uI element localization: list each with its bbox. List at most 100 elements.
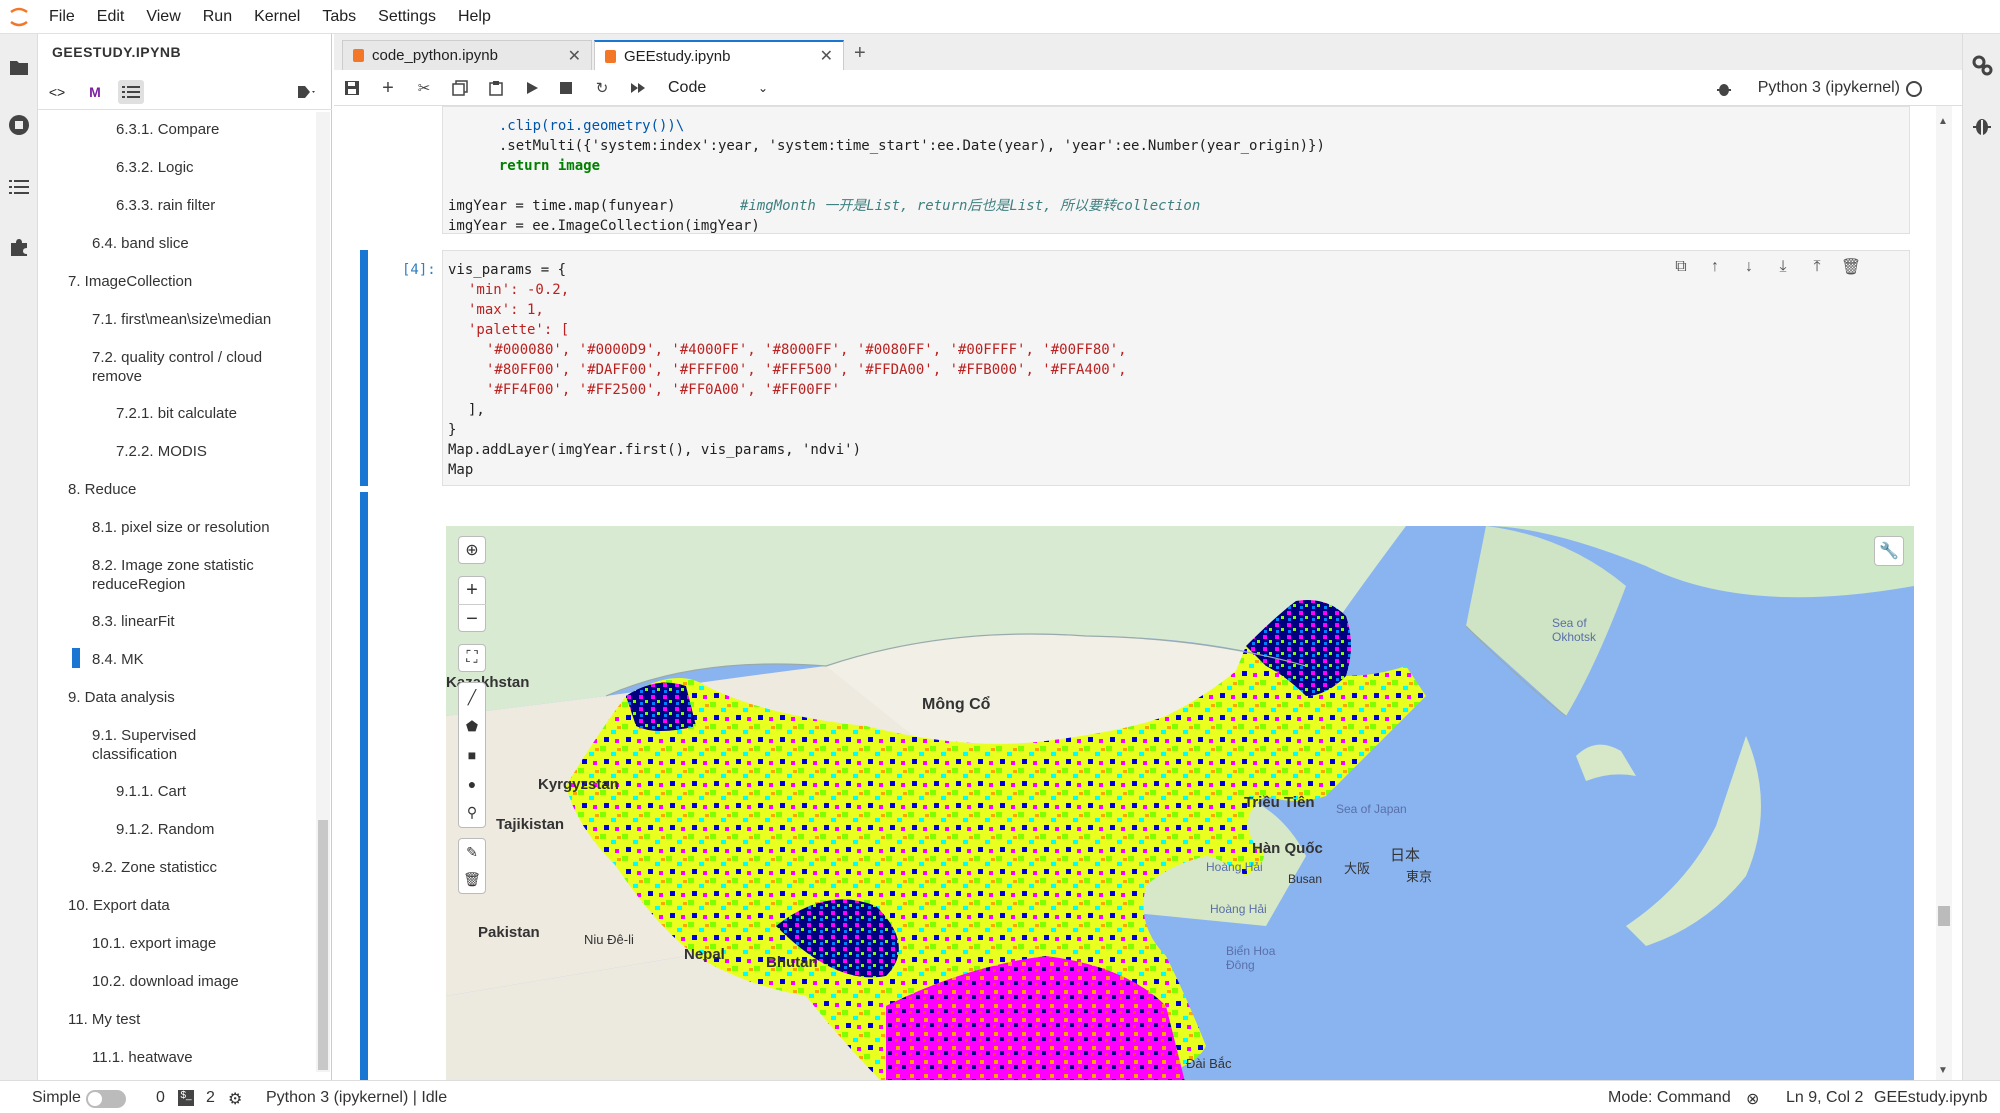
cursor-position[interactable]: Ln 9, Col 2 [1786, 1089, 1863, 1107]
code-line: return image [498, 158, 601, 174]
tab-geestudy[interactable]: GEEstudy.ipynb ✕ [594, 40, 844, 70]
close-icon[interactable]: ✕ [568, 46, 581, 66]
toc-item[interactable]: 10.1. export image [92, 934, 216, 953]
toc-item[interactable]: 7.2.2. MODIS [116, 442, 207, 461]
toc-item[interactable]: 6.3.3. rain filter [116, 196, 215, 215]
tag-filter-icon[interactable] [294, 80, 320, 104]
toc-item[interactable]: 7. ImageCollection [68, 272, 192, 291]
toc-item[interactable]: 8. Reduce [68, 480, 136, 499]
right-sidebar [1962, 34, 2000, 1080]
toc-scrollbar[interactable] [316, 112, 330, 1072]
kernel-name[interactable]: Python 3 (ipykernel) [1758, 79, 1900, 97]
toc-item[interactable]: 8.1. pixel size or resolution [92, 518, 270, 537]
kernel-gear-icon[interactable]: ⚙ [228, 1089, 242, 1109]
tab-code-python[interactable]: code_python.ipynb ✕ [342, 40, 592, 70]
menu-edit[interactable]: Edit [86, 0, 136, 34]
menu-run[interactable]: Run [192, 0, 243, 34]
menu-kernel[interactable]: Kernel [243, 0, 311, 34]
toc-item[interactable]: 8.3. linearFit [92, 612, 175, 631]
menu-tabs[interactable]: Tabs [311, 0, 367, 34]
draw-marker-icon[interactable]: ⚲ [467, 804, 477, 821]
toc-item[interactable]: 6.3.1. Compare [116, 120, 219, 139]
zoom-out-minus-icon[interactable]: − [458, 604, 486, 632]
menu-view[interactable]: View [135, 0, 191, 34]
toc-item-cont[interactable]: remove [92, 367, 142, 386]
insert-cell-plus-icon[interactable]: + [376, 77, 400, 99]
insert-above-icon[interactable]: ⤒ [1806, 256, 1828, 278]
map-label-yellow-sea-2: Hoàng Hải [1210, 902, 1267, 916]
toc-scroll-thumb[interactable] [318, 820, 328, 1070]
toc-item[interactable]: 9.1.2. Random [116, 820, 214, 839]
stop-icon[interactable] [554, 77, 578, 99]
debugger-bug-icon[interactable] [1969, 112, 1995, 138]
markdown-toggle-icon[interactable]: M [82, 80, 108, 104]
toc-item-active[interactable]: 8.4. MK [92, 650, 144, 669]
restart-icon[interactable]: ↻ [590, 77, 614, 99]
menu-file[interactable]: File [38, 0, 86, 34]
scroll-down-arrow-icon[interactable]: ▼ [1938, 1065, 1948, 1076]
zoom-in-plus-icon[interactable]: + [466, 576, 478, 604]
wrench-icon[interactable]: 🔧 [1874, 536, 1904, 566]
toc-item-cont[interactable]: reduceRegion [92, 575, 185, 594]
notebook-scrollbar[interactable]: ▲ ▼ [1936, 106, 1952, 1080]
active-cell-bar[interactable] [360, 250, 368, 486]
toc-item[interactable]: 7.2.1. bit calculate [116, 404, 237, 423]
terminal-icon[interactable]: $_ [178, 1090, 194, 1106]
toc-item[interactable]: 9. Data analysis [68, 688, 175, 707]
notification-icon[interactable]: ⊗ [1746, 1089, 1759, 1109]
fullscreen-icon[interactable]: ⛶ [458, 644, 486, 672]
move-down-arrow-icon[interactable]: ↓ [1738, 256, 1760, 278]
map-widget[interactable]: Kazakhstan Mông Cổ Kyrgyzstan Tajikistan… [446, 526, 1914, 1080]
cell-type-select[interactable]: Code ⌄ [668, 76, 768, 100]
copy-icon[interactable] [448, 77, 472, 99]
toc-item[interactable]: 9.1. Supervised [92, 726, 196, 745]
toc-item[interactable]: 9.2. Zone statisticc [92, 858, 217, 877]
save-icon[interactable] [340, 77, 364, 99]
toc-item[interactable]: 7.1. first\mean\size\median [92, 310, 271, 329]
cut-scissors-icon[interactable]: ✂ [412, 77, 436, 99]
toc-item[interactable]: 11.1. heatwave [92, 1048, 193, 1067]
notebook-scroll-thumb[interactable] [1938, 906, 1950, 926]
toc-item-cont[interactable]: classification [92, 745, 177, 764]
run-play-icon[interactable] [520, 77, 544, 99]
draw-polyline-icon[interactable]: ╱ [468, 689, 476, 706]
delete-layers-icon[interactable]: 🗑 [463, 871, 481, 888]
numbered-list-icon[interactable] [118, 80, 144, 104]
globe-icon[interactable]: ⊕ [458, 536, 486, 564]
duplicate-cell-icon[interactable]: ⧉ [1670, 256, 1692, 278]
close-icon[interactable]: ✕ [820, 46, 833, 66]
scroll-up-arrow-icon[interactable]: ▲ [1938, 116, 1948, 127]
toc-item[interactable]: 11. My test [68, 1010, 140, 1029]
draw-rectangle-icon[interactable]: ■ [468, 747, 476, 763]
output-cell-bar[interactable] [360, 492, 368, 1080]
move-up-arrow-icon[interactable]: ↑ [1704, 256, 1726, 278]
folder-icon[interactable] [6, 54, 32, 80]
new-tab-plus-icon[interactable]: + [854, 42, 866, 65]
toc-item[interactable]: 7.2. quality control / cloud [92, 348, 262, 367]
insert-below-icon[interactable]: ⤓ [1772, 256, 1794, 278]
paste-icon[interactable] [484, 77, 508, 99]
kernel-status[interactable]: Python 3 (ipykernel) | Idle [266, 1089, 447, 1107]
draw-circle-icon[interactable]: ● [468, 776, 476, 792]
debug-bug-icon[interactable] [1716, 79, 1732, 102]
edit-layers-icon[interactable]: ✎ [466, 844, 478, 861]
extension-puzzle-icon[interactable] [6, 234, 32, 260]
map-canvas[interactable] [446, 526, 1914, 1080]
draw-polygon-icon[interactable]: ⬟ [466, 718, 478, 735]
menu-settings[interactable]: Settings [367, 0, 447, 34]
toc-item[interactable]: 10. Export data [68, 896, 170, 915]
toc-item[interactable]: 6.3.2. Logic [116, 158, 194, 177]
toc-item[interactable]: 8.2. Image zone statistic [92, 556, 254, 575]
property-inspector-gears-icon[interactable] [1969, 52, 1995, 78]
simple-mode-toggle[interactable] [86, 1090, 126, 1108]
running-kernels-icon[interactable] [6, 112, 32, 138]
menu-help[interactable]: Help [447, 0, 502, 34]
toc-item[interactable]: 10.2. download image [92, 972, 239, 991]
fast-forward-icon[interactable] [626, 77, 650, 99]
toc-item[interactable]: 6.4. band slice [92, 234, 189, 253]
mode-status[interactable]: Mode: Command [1608, 1089, 1731, 1107]
delete-trash-icon[interactable]: 🗑 [1840, 256, 1862, 278]
toc-item[interactable]: 9.1.1. Cart [116, 782, 186, 801]
table-of-contents-icon[interactable] [6, 174, 32, 200]
code-toggle-icon[interactable]: <> [44, 80, 70, 104]
